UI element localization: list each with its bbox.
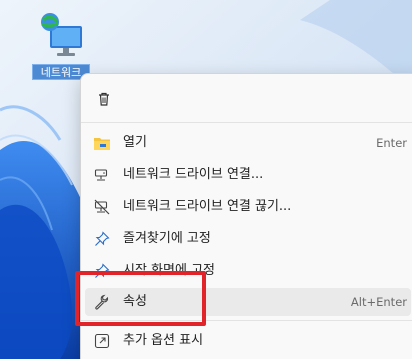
map-drive-icon bbox=[93, 166, 111, 184]
delete-button[interactable] bbox=[89, 84, 119, 114]
menu-item-label: 즐겨찾기에 고정 bbox=[123, 231, 211, 246]
menu-item-show-more-options[interactable]: 추가 옵션 표시 bbox=[85, 327, 411, 355]
menu-item-shortcut: Alt+Enter bbox=[350, 295, 407, 309]
highlight-annotation-box bbox=[75, 271, 206, 326]
menu-item-pin-to-quick-access[interactable]: 즐겨찾기에 고정 bbox=[85, 225, 411, 253]
folder-icon bbox=[93, 134, 111, 152]
open-external-icon bbox=[93, 332, 111, 350]
menu-separator bbox=[81, 122, 412, 123]
network-monitor-icon bbox=[41, 13, 82, 56]
pin-icon bbox=[93, 230, 111, 248]
menu-item-label: 네트워크 드라이브 연결 끊기... bbox=[123, 199, 292, 214]
menu-item-shortcut: Enter bbox=[376, 136, 407, 150]
menu-item-disconnect-network-drive[interactable]: 네트워크 드라이브 연결 끊기... bbox=[85, 193, 411, 221]
menu-item-label: 추가 옵션 표시 bbox=[123, 333, 204, 348]
menu-item-label: 열기 bbox=[123, 135, 147, 150]
trash-icon bbox=[99, 92, 109, 106]
menu-item-label: 네트워크 드라이브 연결... bbox=[123, 167, 264, 182]
context-menu-toolbar bbox=[81, 82, 412, 118]
menu-item-open[interactable]: 열기 Enter bbox=[85, 129, 411, 157]
menu-item-map-network-drive[interactable]: 네트워크 드라이브 연결... bbox=[85, 161, 411, 189]
desktop-icon-network[interactable]: 네트워크 bbox=[30, 10, 94, 82]
disconnect-drive-icon bbox=[93, 198, 111, 216]
